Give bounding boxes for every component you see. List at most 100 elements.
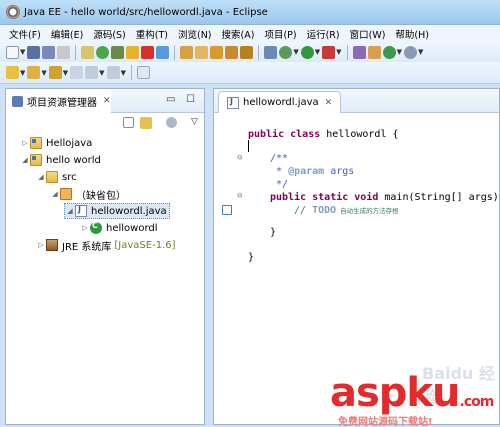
secondary-toolbar: ▼ ▼ ▼ ▼ ▼ bbox=[0, 62, 500, 84]
tree-item-hellojava[interactable]: ▷ Hellojava bbox=[20, 135, 92, 151]
java-file-icon bbox=[227, 96, 239, 109]
menu-refactor[interactable]: 重构(T) bbox=[131, 27, 173, 41]
close-icon[interactable]: ✕ bbox=[103, 96, 111, 106]
profile-server-icon[interactable] bbox=[111, 45, 125, 59]
close-icon[interactable]: ✕ bbox=[325, 98, 333, 108]
expand-icon[interactable]: ▷ bbox=[36, 241, 46, 249]
menu-edit[interactable]: 编辑(E) bbox=[46, 27, 88, 41]
tree-item-label: hellowordl bbox=[106, 222, 158, 234]
start-server-icon[interactable] bbox=[96, 45, 110, 59]
code-line: } bbox=[248, 252, 255, 263]
javadoc-line: */ bbox=[270, 179, 289, 190]
step-over-icon[interactable] bbox=[195, 45, 209, 59]
tree-item-default-package[interactable]: ◢ （缺省包） bbox=[50, 186, 126, 202]
menu-file[interactable]: 文件(F) bbox=[4, 27, 46, 41]
tree-item-jre-library[interactable]: ▷ JRE 系统库 [JavaSE-1.6] bbox=[36, 237, 176, 253]
task-marker-icon[interactable] bbox=[222, 205, 232, 215]
tree-item-src[interactable]: ◢ src bbox=[36, 169, 77, 185]
tab-project-explorer[interactable]: 项目资源管理器 ✕ bbox=[6, 89, 111, 113]
fold-icon[interactable]: ⊖ bbox=[237, 153, 242, 163]
drop-frame-icon[interactable] bbox=[240, 45, 254, 59]
chevron-down-icon[interactable]: ▼ bbox=[397, 48, 402, 56]
chevron-down-icon[interactable]: ▼ bbox=[418, 48, 423, 56]
javadoc-line: /** bbox=[270, 153, 289, 164]
toolbar-separator bbox=[346, 44, 348, 60]
menu-navigate[interactable]: 浏览(N) bbox=[173, 27, 217, 41]
minimize-icon[interactable]: ▭ bbox=[166, 94, 175, 105]
settings-icon[interactable] bbox=[403, 45, 417, 59]
collapse-icon[interactable]: ◢ bbox=[20, 156, 30, 164]
chevron-down-icon[interactable]: ▼ bbox=[63, 69, 68, 77]
debug-server-icon[interactable] bbox=[81, 45, 95, 59]
tab-hellowordl-java[interactable]: hellowordl.java ✕ bbox=[218, 91, 342, 113]
collapse-icon[interactable]: ◢ bbox=[65, 207, 75, 215]
skip-breakpoints-icon[interactable] bbox=[264, 45, 278, 59]
tree-item-label: src bbox=[62, 171, 77, 183]
menu-search[interactable]: 搜索(A) bbox=[217, 27, 260, 41]
next-annotation-icon[interactable] bbox=[27, 66, 41, 79]
tree-item-hellowordl-java[interactable]: ◢ hellowordl.java bbox=[64, 203, 170, 219]
chevron-down-icon[interactable]: ▼ bbox=[293, 48, 298, 56]
main-toolbar: ▼ ▼ ▼ ▼ ▼ ▼ bbox=[0, 42, 500, 62]
editor-tab-label: hellowordl.java bbox=[243, 97, 319, 108]
save-icon[interactable] bbox=[27, 45, 41, 59]
new-java-project-icon[interactable] bbox=[352, 45, 366, 59]
stop-icon[interactable] bbox=[141, 45, 155, 59]
chevron-down-icon[interactable]: ▽ bbox=[191, 117, 198, 133]
open-perspective-icon[interactable] bbox=[136, 66, 150, 79]
java-project-icon bbox=[30, 154, 42, 166]
collapse-all-icon[interactable] bbox=[123, 117, 134, 128]
chevron-down-icon[interactable]: ▼ bbox=[315, 48, 320, 56]
last-edit-icon[interactable] bbox=[70, 66, 84, 79]
run-icon[interactable] bbox=[300, 45, 314, 59]
link-with-editor-icon[interactable] bbox=[140, 117, 152, 129]
publish-icon[interactable] bbox=[156, 45, 170, 59]
text-cursor bbox=[248, 140, 249, 152]
menu-help[interactable]: 帮助(H) bbox=[390, 27, 434, 41]
print-icon[interactable] bbox=[57, 45, 71, 59]
view-menu-icon[interactable] bbox=[166, 117, 177, 128]
resume-icon[interactable] bbox=[180, 45, 194, 59]
new-icon[interactable] bbox=[6, 45, 19, 59]
expand-icon[interactable]: ▷ bbox=[20, 139, 30, 147]
tree-item-hellowordl-class[interactable]: ▷ hellowordl bbox=[80, 220, 158, 236]
pin-icon[interactable] bbox=[6, 66, 19, 79]
save-all-icon[interactable] bbox=[42, 45, 56, 59]
prev-annotation-icon[interactable] bbox=[48, 66, 62, 79]
explorer-view-toolbar: ▽ bbox=[123, 117, 198, 133]
maximize-icon[interactable]: ☐ bbox=[186, 94, 195, 105]
back-icon[interactable] bbox=[85, 66, 99, 79]
new-package-icon[interactable] bbox=[367, 45, 381, 59]
menu-source[interactable]: 源码(S) bbox=[88, 27, 130, 41]
toolbar-separator bbox=[130, 65, 132, 80]
chevron-down-icon[interactable]: ▼ bbox=[20, 48, 25, 56]
expand-icon[interactable]: ▷ bbox=[80, 224, 90, 232]
debug-icon[interactable] bbox=[279, 45, 293, 59]
fold-icon[interactable]: ⊖ bbox=[237, 191, 242, 201]
collapse-icon[interactable]: ◢ bbox=[36, 173, 46, 181]
step-return-icon[interactable] bbox=[225, 45, 239, 59]
title-bar: Java EE - hello world/src/hellowordl.jav… bbox=[0, 0, 500, 25]
project-explorer-panel: 项目资源管理器 ✕ ▭ ☐ ▽ ▷ Hellojava ◢ hello worl… bbox=[5, 88, 205, 425]
java-file-icon bbox=[75, 205, 87, 217]
pause-icon[interactable] bbox=[126, 45, 140, 59]
chevron-down-icon[interactable]: ▼ bbox=[41, 69, 46, 77]
new-class-icon[interactable] bbox=[382, 45, 396, 59]
step-into-icon[interactable] bbox=[210, 45, 224, 59]
code-line: } bbox=[270, 227, 277, 238]
tree-item-hello-world[interactable]: ◢ hello world bbox=[20, 152, 101, 168]
watermark-tagline: 免费网站源码下载站! bbox=[338, 417, 433, 427]
forward-icon[interactable] bbox=[106, 66, 120, 79]
menu-window[interactable]: 窗口(W) bbox=[345, 27, 391, 41]
chevron-down-icon[interactable]: ▼ bbox=[20, 69, 25, 77]
project-explorer-title: 项目资源管理器 bbox=[27, 97, 97, 109]
library-icon bbox=[46, 239, 58, 251]
menu-run[interactable]: 运行(R) bbox=[302, 27, 345, 41]
chevron-down-icon[interactable]: ▼ bbox=[336, 48, 341, 56]
collapse-icon[interactable]: ◢ bbox=[50, 190, 60, 198]
chevron-down-icon[interactable]: ▼ bbox=[121, 69, 126, 77]
chevron-down-icon[interactable]: ▼ bbox=[99, 69, 104, 77]
menu-project[interactable]: 项目(P) bbox=[259, 27, 301, 41]
code-line: public static void main(String[] args) { bbox=[270, 192, 500, 203]
external-tools-icon[interactable] bbox=[322, 45, 336, 59]
